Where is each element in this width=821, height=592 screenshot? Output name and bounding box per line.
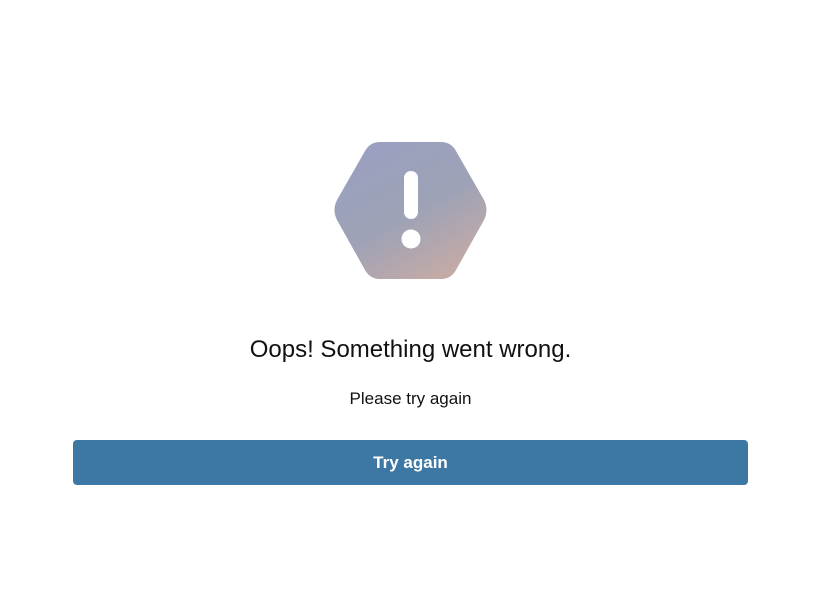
error-message: Please try again	[349, 389, 472, 408]
try-again-button[interactable]: Try again	[73, 440, 748, 485]
error-title: Oops! Something went wrong.	[249, 336, 572, 363]
error-page: Oops! Something went wrong. Please try a…	[0, 0, 821, 592]
exclamation-hexagon-icon	[333, 140, 488, 281]
